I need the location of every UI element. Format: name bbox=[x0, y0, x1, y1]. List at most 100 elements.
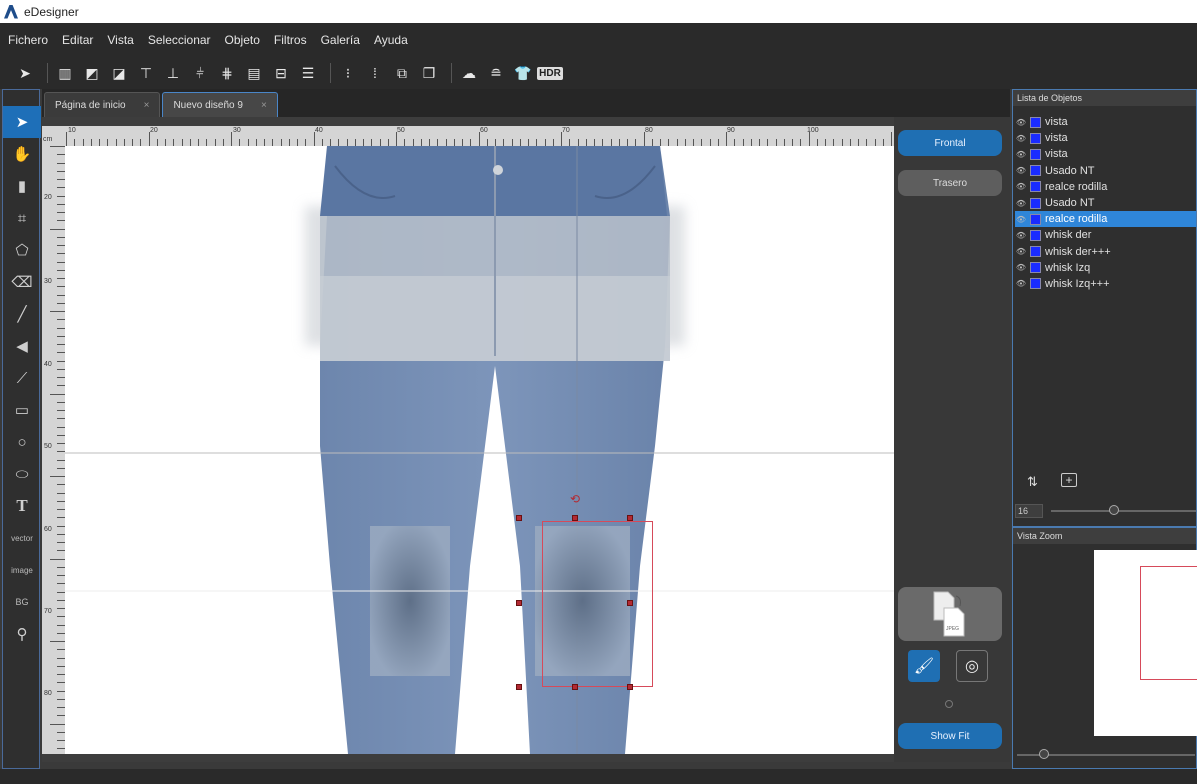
list-item[interactable]: 👁 whisk der bbox=[1015, 227, 1196, 243]
resize-handle[interactable] bbox=[627, 684, 633, 690]
list-item[interactable]: 👁 whisk der+++ bbox=[1015, 244, 1196, 260]
visibility-eye-icon[interactable]: 👁 bbox=[1015, 134, 1027, 143]
align-top-right-icon[interactable]: ◪ bbox=[108, 62, 130, 84]
crop-tool-icon[interactable]: ⌗ bbox=[3, 202, 41, 234]
brush-mode-icon[interactable]: 🖌 bbox=[908, 650, 940, 682]
close-icon[interactable]: × bbox=[261, 100, 267, 111]
visibility-eye-icon[interactable]: 👁 bbox=[1015, 247, 1027, 256]
add-folder-icon[interactable]: + bbox=[1061, 473, 1077, 487]
design-artboard[interactable]: ⟲ bbox=[65, 146, 894, 754]
distribute-horizontal-icon[interactable]: ▤ bbox=[243, 62, 265, 84]
menu-seleccionar[interactable]: Seleccionar bbox=[148, 33, 211, 47]
circle-tool-icon[interactable]: ○ bbox=[3, 426, 41, 458]
ellipse-tool-icon[interactable]: ⬭ bbox=[3, 458, 41, 490]
pin-tool-icon[interactable]: ⚲ bbox=[3, 618, 41, 650]
resize-handle[interactable] bbox=[516, 684, 522, 690]
resize-handle[interactable] bbox=[572, 515, 578, 521]
visibility-eye-icon[interactable]: 👁 bbox=[1015, 150, 1027, 159]
align-grid-icon[interactable]: ☰ bbox=[297, 62, 319, 84]
image-tool[interactable]: image bbox=[3, 554, 41, 586]
list-item[interactable]: 👁 realce rodilla bbox=[1015, 211, 1196, 228]
tab-pagina-de-inicio[interactable]: Página de inicio × bbox=[44, 92, 161, 117]
color-swatch bbox=[1030, 213, 1041, 225]
brush-tool-icon[interactable]: ╱ bbox=[3, 298, 41, 330]
horizontal-ruler[interactable]: cm 10 20 30 40 50 60 70 80 90 100 bbox=[42, 126, 894, 146]
vector-tool[interactable]: vector bbox=[3, 522, 41, 554]
layers-icon[interactable]: ≘ bbox=[485, 62, 507, 84]
align-top-left-icon[interactable]: ◩ bbox=[81, 62, 103, 84]
visibility-eye-icon[interactable]: 👁 bbox=[1015, 199, 1027, 208]
resize-handle[interactable] bbox=[516, 515, 522, 521]
align-left-icon[interactable]: ▥ bbox=[54, 62, 76, 84]
align-center-icon[interactable]: ⫩ bbox=[189, 62, 211, 84]
visibility-eye-icon[interactable]: 👁 bbox=[1015, 215, 1027, 224]
menu-fichero[interactable]: Fichero bbox=[8, 33, 48, 47]
list-item[interactable]: 👁 vista bbox=[1015, 146, 1196, 162]
zoom-viewport-rect[interactable] bbox=[1140, 566, 1197, 680]
align-bottom-icon[interactable]: ⊥ bbox=[162, 62, 184, 84]
distribute-icon[interactable]: ⋕ bbox=[216, 62, 238, 84]
spacing-icon[interactable]: ⁝ bbox=[337, 62, 359, 84]
size-slider-track[interactable] bbox=[1051, 510, 1196, 512]
show-fit-button[interactable]: Show Fit bbox=[898, 723, 1002, 749]
group-icon[interactable]: ⧉ bbox=[391, 62, 413, 84]
resize-handle[interactable] bbox=[627, 515, 633, 521]
menu-vista[interactable]: Vista bbox=[107, 33, 133, 47]
visibility-eye-icon[interactable]: 👁 bbox=[1015, 231, 1027, 240]
text-tool-icon[interactable]: T bbox=[3, 490, 41, 522]
hand-tool-icon[interactable]: ✋ bbox=[3, 138, 41, 170]
visibility-eye-icon[interactable]: 👁 bbox=[1015, 182, 1027, 191]
visibility-eye-icon[interactable]: 👁 bbox=[1015, 263, 1027, 272]
ruler-tick bbox=[57, 236, 65, 238]
menu-ayuda[interactable]: Ayuda bbox=[374, 33, 408, 47]
eraser-tool-icon[interactable]: ⌫ bbox=[3, 266, 41, 298]
tab-nuevo-diseno-9[interactable]: Nuevo diseño 9 × bbox=[162, 92, 278, 117]
list-item[interactable]: 👁 vista bbox=[1015, 130, 1196, 146]
shirt-icon[interactable]: 👕 bbox=[512, 62, 534, 84]
resize-handle[interactable] bbox=[627, 600, 633, 606]
resize-handle[interactable] bbox=[516, 600, 522, 606]
list-item[interactable]: 👁 whisk Izq+++ bbox=[1015, 276, 1196, 292]
list-item[interactable]: 👁 Usado NT bbox=[1015, 195, 1196, 211]
visibility-eye-icon[interactable]: 👁 bbox=[1015, 279, 1027, 288]
align-top-icon[interactable]: ⊤ bbox=[135, 62, 157, 84]
trasero-button[interactable]: Trasero bbox=[898, 170, 1002, 196]
export-document-icon[interactable]: JPEG bbox=[898, 587, 1002, 641]
menu-galeria[interactable]: Galería bbox=[321, 33, 360, 47]
size-slider-handle[interactable] bbox=[1109, 505, 1119, 515]
lasso-tool-icon[interactable]: ⬠ bbox=[3, 234, 41, 266]
hdr-icon[interactable]: HDR bbox=[537, 62, 563, 84]
pointer-tool-icon[interactable]: ➤ bbox=[3, 106, 41, 138]
selection-box[interactable] bbox=[542, 521, 653, 687]
ungroup-icon[interactable]: ❐ bbox=[418, 62, 440, 84]
menu-editar[interactable]: Editar bbox=[62, 33, 93, 47]
menu-filtros[interactable]: Filtros bbox=[274, 33, 307, 47]
ruler-label: 20 bbox=[150, 127, 158, 134]
cloud-icon[interactable]: ☁ bbox=[458, 62, 480, 84]
list-item[interactable]: 👁 whisk Izq bbox=[1015, 260, 1196, 276]
spacing-vertical-icon[interactable]: ⁞ bbox=[364, 62, 386, 84]
visibility-eye-icon[interactable]: 👁 bbox=[1015, 118, 1027, 127]
size-spinbox[interactable]: 16 bbox=[1015, 504, 1043, 518]
visibility-eye-icon[interactable]: 👁 bbox=[1015, 166, 1027, 175]
frontal-button[interactable]: Frontal bbox=[898, 130, 1002, 156]
list-item[interactable]: 👁 Usado NT bbox=[1015, 163, 1196, 179]
ruler-tick bbox=[338, 139, 340, 146]
distribute-vertical-icon[interactable]: ⊟ bbox=[270, 62, 292, 84]
rotate-handle-icon[interactable]: ⟲ bbox=[570, 492, 580, 506]
rectangle-tool-icon[interactable]: ▭ bbox=[3, 394, 41, 426]
menu-objeto[interactable]: Objeto bbox=[225, 33, 260, 47]
zoom-slider-handle[interactable] bbox=[1039, 749, 1049, 759]
line-tool-icon[interactable]: ⟋ bbox=[3, 362, 41, 394]
fill-tool-icon[interactable]: ◀ bbox=[3, 330, 41, 362]
resize-handle[interactable] bbox=[572, 684, 578, 690]
close-icon[interactable]: × bbox=[144, 100, 150, 111]
list-item[interactable]: 👁 vista bbox=[1015, 114, 1196, 130]
ruler-tool-icon[interactable]: ▮ bbox=[3, 170, 41, 202]
vertical-ruler[interactable]: 20 30 40 50 60 70 80 bbox=[42, 146, 65, 754]
select-arrow-icon[interactable]: ➤ bbox=[14, 62, 36, 84]
bg-tool[interactable]: BG bbox=[3, 586, 41, 618]
sort-icon[interactable]: ⇅ bbox=[1027, 474, 1038, 490]
wash-icon[interactable]: ◎ bbox=[956, 650, 988, 682]
list-item[interactable]: 👁 realce rodilla bbox=[1015, 179, 1196, 195]
